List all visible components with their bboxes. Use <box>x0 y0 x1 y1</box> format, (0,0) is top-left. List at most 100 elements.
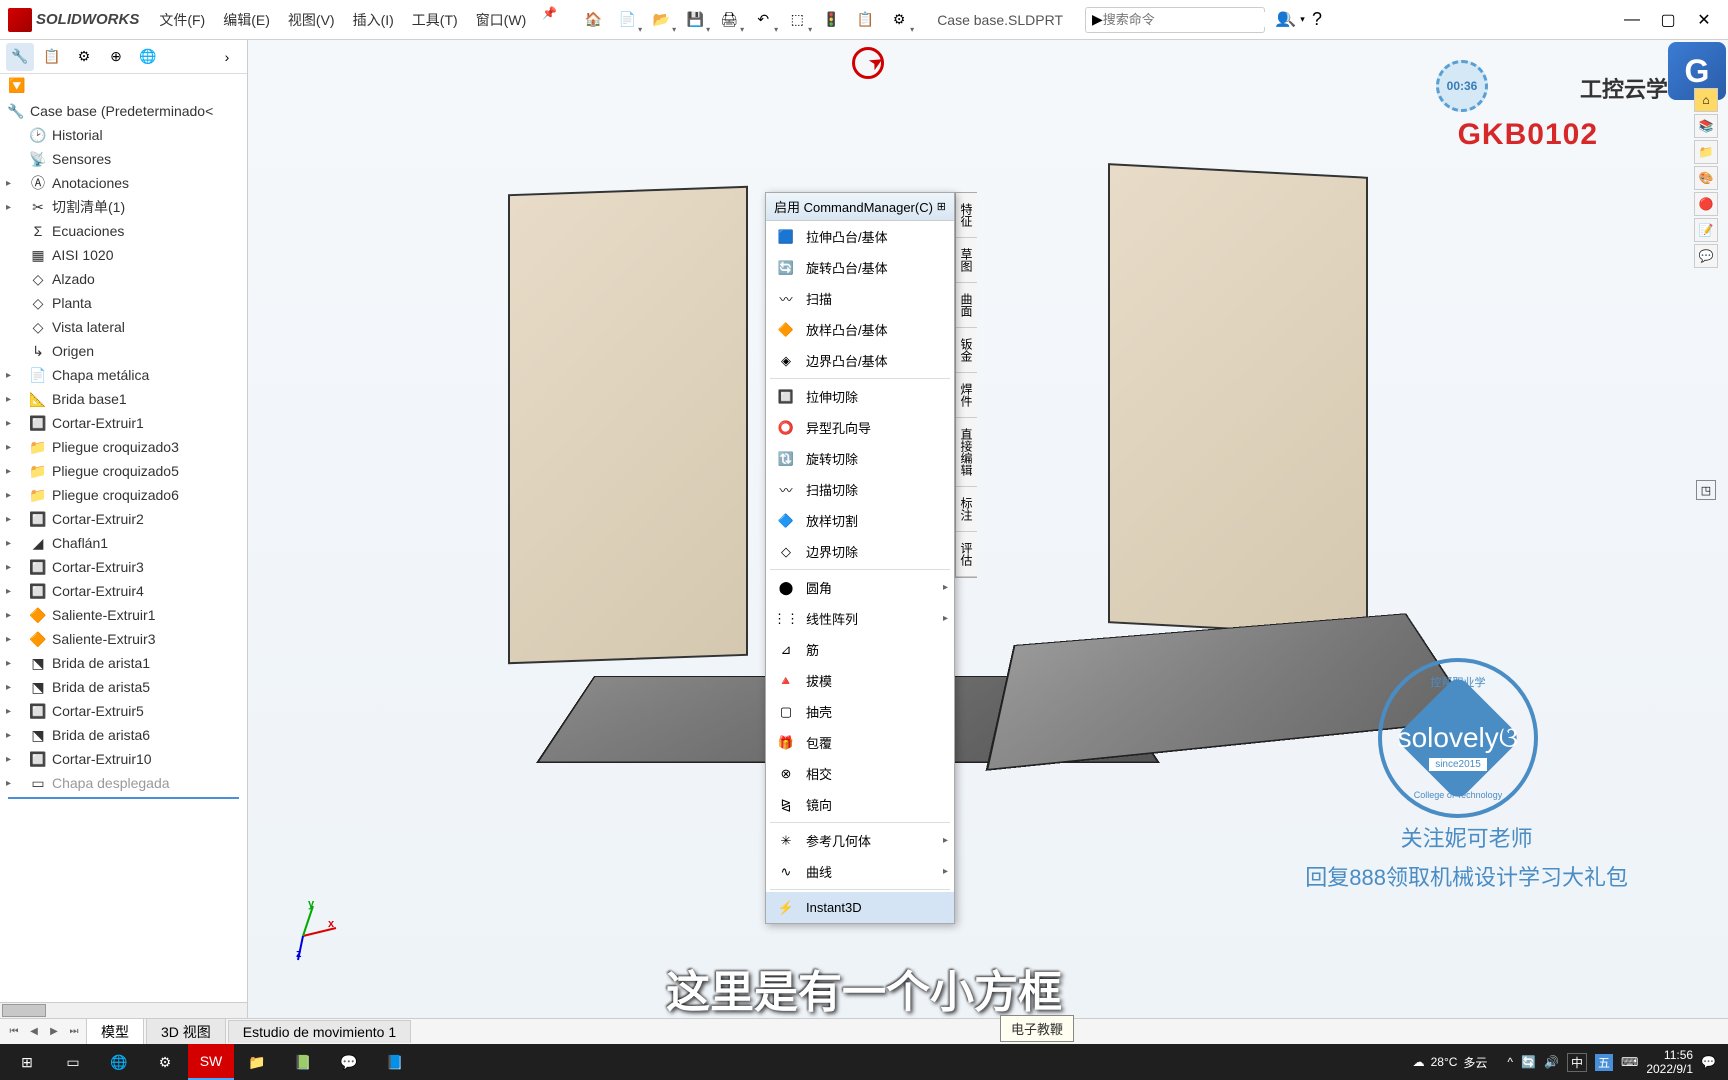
expand-icon[interactable]: ▸ <box>6 586 18 597</box>
tree-item-21[interactable]: ▸🔶Saliente-Extruir3 <box>0 627 247 651</box>
menu-file[interactable]: 文件(F) <box>151 6 213 34</box>
tree-item-15[interactable]: ▸📁Pliegue croquizado6 <box>0 483 247 507</box>
menu-insert[interactable]: 插入(I) <box>345 6 402 34</box>
tree-root[interactable]: 🔧 Case base (Predeterminado< <box>0 99 247 123</box>
cm-item-curve[interactable]: ∿曲线▸ <box>766 856 954 887</box>
cm-item-intersect[interactable]: ⊗相交 <box>766 758 954 789</box>
tree-item-12[interactable]: ▸🔲Cortar-Extruir1 <box>0 411 247 435</box>
expand-tab[interactable]: › <box>213 43 241 71</box>
tree-item-0[interactable]: 🕑Historial <box>0 123 247 147</box>
custom-props-tab[interactable]: 📝 <box>1694 218 1718 242</box>
tree-item-9[interactable]: ↳Origen <box>0 339 247 363</box>
tree-item-13[interactable]: ▸📁Pliegue croquizado3 <box>0 435 247 459</box>
side-tab-3[interactable]: 钣金 <box>956 328 977 373</box>
tray-speaker-icon[interactable]: 🔊 <box>1544 1055 1559 1069</box>
minimize-button[interactable]: — <box>1616 6 1648 34</box>
tree-item-24[interactable]: ▸🔲Cortar-Extruir5 <box>0 699 247 723</box>
cm-item-fillet[interactable]: ⬤圆角▸ <box>766 572 954 603</box>
tree-item-11[interactable]: ▸📐Brida base1 <box>0 387 247 411</box>
tree-item-4[interactable]: ΣEcuaciones <box>0 219 247 243</box>
tab-3dview[interactable]: 3D 视图 <box>146 1018 226 1045</box>
cm-item-revolve-cut[interactable]: 🔃旋转切除 <box>766 443 954 474</box>
expand-icon[interactable]: ▸ <box>6 682 18 693</box>
cm-item-loft-boss[interactable]: 🔶放样凸台/基体 <box>766 314 954 345</box>
taskbar-app2[interactable]: 📘 <box>372 1044 418 1080</box>
home-button[interactable]: 🏠 <box>577 6 609 34</box>
new-button[interactable]: 📄 <box>611 6 643 34</box>
taskbar-browser[interactable]: 🌐 <box>96 1044 142 1080</box>
cm-item-shell[interactable]: ▢抽壳 <box>766 696 954 727</box>
expand-icon[interactable]: ▸ <box>6 466 18 477</box>
cm-item-boundary-boss[interactable]: ◈边界凸台/基体 <box>766 345 954 376</box>
tree-item-19[interactable]: ▸🔲Cortar-Extruir4 <box>0 579 247 603</box>
tray-ime1[interactable]: 中 <box>1567 1053 1587 1072</box>
settings-button[interactable]: ⚙ <box>883 6 915 34</box>
configuration-tab[interactable]: ⚙ <box>70 43 98 71</box>
options-button[interactable]: 📋 <box>849 6 881 34</box>
expand-icon[interactable]: ▸ <box>6 394 18 405</box>
tree-item-22[interactable]: ▸⬔Brida de arista1 <box>0 651 247 675</box>
notifications-icon[interactable]: 💬 <box>1701 1055 1716 1069</box>
side-tab-0[interactable]: 特征 <box>956 193 977 238</box>
print-button[interactable]: 🖨 <box>713 6 745 34</box>
close-button[interactable]: ✕ <box>1688 6 1720 34</box>
expand-icon[interactable]: ▸ <box>6 178 18 189</box>
expand-icon[interactable]: ▸ <box>6 778 18 789</box>
user-button[interactable]: 👤 <box>1267 6 1299 34</box>
tray-chevron[interactable]: ^ <box>1507 1055 1513 1069</box>
expand-icon[interactable]: ▸ <box>6 418 18 429</box>
tree-item-6[interactable]: ◇Alzado <box>0 267 247 291</box>
tree-item-18[interactable]: ▸🔲Cortar-Extruir3 <box>0 555 247 579</box>
expand-icon[interactable]: ▸ <box>6 706 18 717</box>
cm-item-wrap[interactable]: 🎁包覆 <box>766 727 954 758</box>
search-input[interactable] <box>1103 12 1279 27</box>
expand-icon[interactable]: ▸ <box>6 538 18 549</box>
tab-motion[interactable]: Estudio de movimiento 1 <box>228 1020 411 1043</box>
restore-button[interactable]: ▢ <box>1652 6 1684 34</box>
undo-button[interactable]: ↶ <box>747 6 779 34</box>
search-box[interactable]: ▶ 🔍 ▾ <box>1085 7 1265 33</box>
cm-item-sweep[interactable]: 〰扫描 <box>766 283 954 314</box>
tree-item-5[interactable]: ▦AISI 1020 <box>0 243 247 267</box>
tree-hscroll[interactable] <box>0 1002 247 1018</box>
cm-item-instant3d[interactable]: ⚡Instant3D <box>766 892 954 923</box>
expand-icon[interactable]: ▸ <box>6 658 18 669</box>
expand-icon[interactable]: ▸ <box>6 202 18 213</box>
tree-item-17[interactable]: ▸◢Chaflán1 <box>0 531 247 555</box>
taskbar-explorer[interactable]: 📁 <box>234 1044 280 1080</box>
property-manager-tab[interactable]: 📋 <box>38 43 66 71</box>
tree-item-25[interactable]: ▸⬔Brida de arista6 <box>0 723 247 747</box>
display-tab[interactable]: 🌐 <box>134 43 162 71</box>
expand-icon[interactable]: ▸ <box>6 490 18 501</box>
file-explorer-tab[interactable]: 📁 <box>1694 140 1718 164</box>
taskbar-app1[interactable]: 📗 <box>280 1044 326 1080</box>
cm-header[interactable]: 启用 CommandManager(C) ⊞ <box>766 193 954 221</box>
side-tab-7[interactable]: 评估 <box>956 532 977 577</box>
viewport-corner-icon[interactable]: ◳ <box>1696 480 1716 500</box>
expand-icon[interactable]: ▸ <box>6 514 18 525</box>
expand-icon[interactable]: ▸ <box>6 610 18 621</box>
save-button[interactable]: 💾 <box>679 6 711 34</box>
tray-ime2[interactable]: 五 <box>1595 1054 1613 1071</box>
start-button[interactable]: ⊞ <box>4 1044 50 1080</box>
tree-item-27[interactable]: ▸▭Chapa desplegada <box>0 771 247 795</box>
rebuild-button[interactable]: 🚦 <box>815 6 847 34</box>
forum-tab[interactable]: 💬 <box>1694 244 1718 268</box>
expand-icon[interactable]: ▸ <box>6 754 18 765</box>
cm-item-revolve-boss[interactable]: 🔄旋转凸台/基体 <box>766 252 954 283</box>
cm-item-sweep-cut[interactable]: 〰扫描切除 <box>766 474 954 505</box>
menu-tools[interactable]: 工具(T) <box>404 6 466 34</box>
menu-view[interactable]: 视图(V) <box>280 6 343 34</box>
cm-item-extrude-cut[interactable]: 🔲拉伸切除 <box>766 381 954 412</box>
tree-item-16[interactable]: ▸🔲Cortar-Extruir2 <box>0 507 247 531</box>
taskbar-wechat[interactable]: 💬 <box>326 1044 372 1080</box>
tree-item-8[interactable]: ◇Vista lateral <box>0 315 247 339</box>
tab-next[interactable]: ▶ <box>44 1022 64 1042</box>
side-tab-6[interactable]: 标注 <box>956 487 977 532</box>
expand-icon[interactable]: ▸ <box>6 730 18 741</box>
cm-item-draft[interactable]: 🔺拔模 <box>766 665 954 696</box>
taskbar-solidworks[interactable]: SW <box>188 1044 234 1080</box>
select-button[interactable]: ⬚ <box>781 6 813 34</box>
pin-icon[interactable]: 📌 <box>542 6 557 34</box>
side-tab-4[interactable]: 焊件 <box>956 373 977 418</box>
